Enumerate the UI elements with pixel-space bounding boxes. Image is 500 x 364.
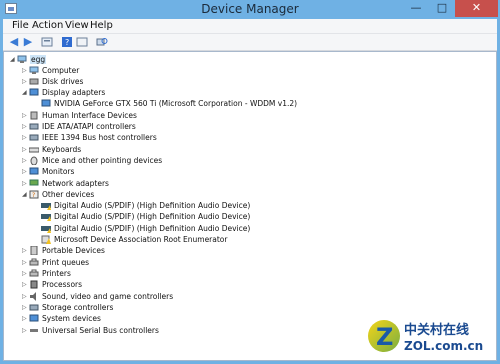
expand-arrow-icon[interactable]: ▷ [22,67,27,74]
collapse-arrow-icon[interactable]: ◢ [22,191,27,198]
device-manager-window: Device Manager — □ ✕ File Action View He… [0,0,500,364]
expand-arrow-icon[interactable]: ▷ [22,247,27,254]
hid-icon [29,111,39,120]
view-icon[interactable] [76,36,88,48]
menu-file[interactable]: File [12,20,29,31]
computer-icon [17,55,27,64]
printer-icon [29,258,39,267]
mouse-icon [29,156,39,166]
warning-device-icon [41,235,51,244]
maximize-button[interactable]: □ [429,0,455,17]
toolbar: ◀ ▶ ? [3,33,497,51]
forward-icon[interactable]: ▶ [22,36,34,48]
expand-arrow-icon[interactable]: ▷ [22,146,27,153]
scan-icon[interactable] [96,36,108,48]
watermark-site: ZOL.com.cn [404,339,483,353]
network-icon [29,179,39,188]
collapse-arrow-icon[interactable]: ◢ [22,89,27,96]
ide-icon [29,122,39,131]
audio-warning-icon [41,201,51,210]
svg-text:?: ? [65,38,69,47]
expand-arrow-icon[interactable]: ▷ [22,112,27,119]
display-icon [29,88,39,97]
audio-warning-icon [41,224,51,233]
expand-arrow-icon[interactable]: ▷ [22,180,27,187]
watermark-brand: 中关村在线 [404,322,469,338]
expand-arrow-icon[interactable]: ▷ [22,270,27,277]
keyboard-icon [28,145,40,154]
menu-view[interactable]: View [65,20,89,31]
sound-icon [29,292,39,301]
menu-bar: File Action View Help [3,19,497,33]
monitor-icon [29,167,39,176]
back-icon[interactable]: ◀ [8,36,20,48]
system-icon [29,314,39,323]
svg-text:Z: Z [376,323,393,351]
menu-help[interactable]: Help [90,20,113,31]
expand-arrow-icon[interactable]: ▷ [22,157,27,164]
collapse-arrow-icon[interactable]: ◢ [10,56,15,63]
title-bar[interactable]: Device Manager — □ ✕ [0,0,500,19]
zol-watermark-logo: Z 中关村在线 ZOL.com.cn [366,310,498,360]
usb-icon [29,326,39,335]
close-button[interactable]: ✕ [455,0,498,17]
expand-arrow-icon[interactable]: ▷ [22,304,27,311]
expand-arrow-icon[interactable]: ▷ [22,259,27,266]
audio-warning-icon [41,212,51,221]
menu-action[interactable]: Action [32,20,63,31]
portable-icon [29,245,39,256]
properties-icon[interactable] [41,36,53,48]
help-icon[interactable]: ? [61,36,73,48]
printer-icon [29,269,39,278]
expand-arrow-icon[interactable]: ▷ [22,327,27,334]
svg-text:?: ? [32,192,35,199]
expand-arrow-icon[interactable]: ▷ [22,134,27,141]
expand-arrow-icon[interactable]: ▷ [22,293,27,300]
expand-arrow-icon[interactable]: ▷ [22,123,27,130]
computer-icon [29,66,39,75]
minimize-button[interactable]: — [403,0,429,17]
storage-icon [29,303,39,312]
expand-arrow-icon[interactable]: ▷ [22,78,27,85]
expand-arrow-icon[interactable]: ▷ [22,168,27,175]
expand-arrow-icon[interactable]: ▷ [22,281,27,288]
processor-icon [29,280,39,289]
other-icon: ? [29,190,39,199]
disk-icon [29,77,39,86]
expand-arrow-icon[interactable]: ▷ [22,315,27,322]
ieee-icon [29,133,39,142]
display-icon [41,99,51,108]
